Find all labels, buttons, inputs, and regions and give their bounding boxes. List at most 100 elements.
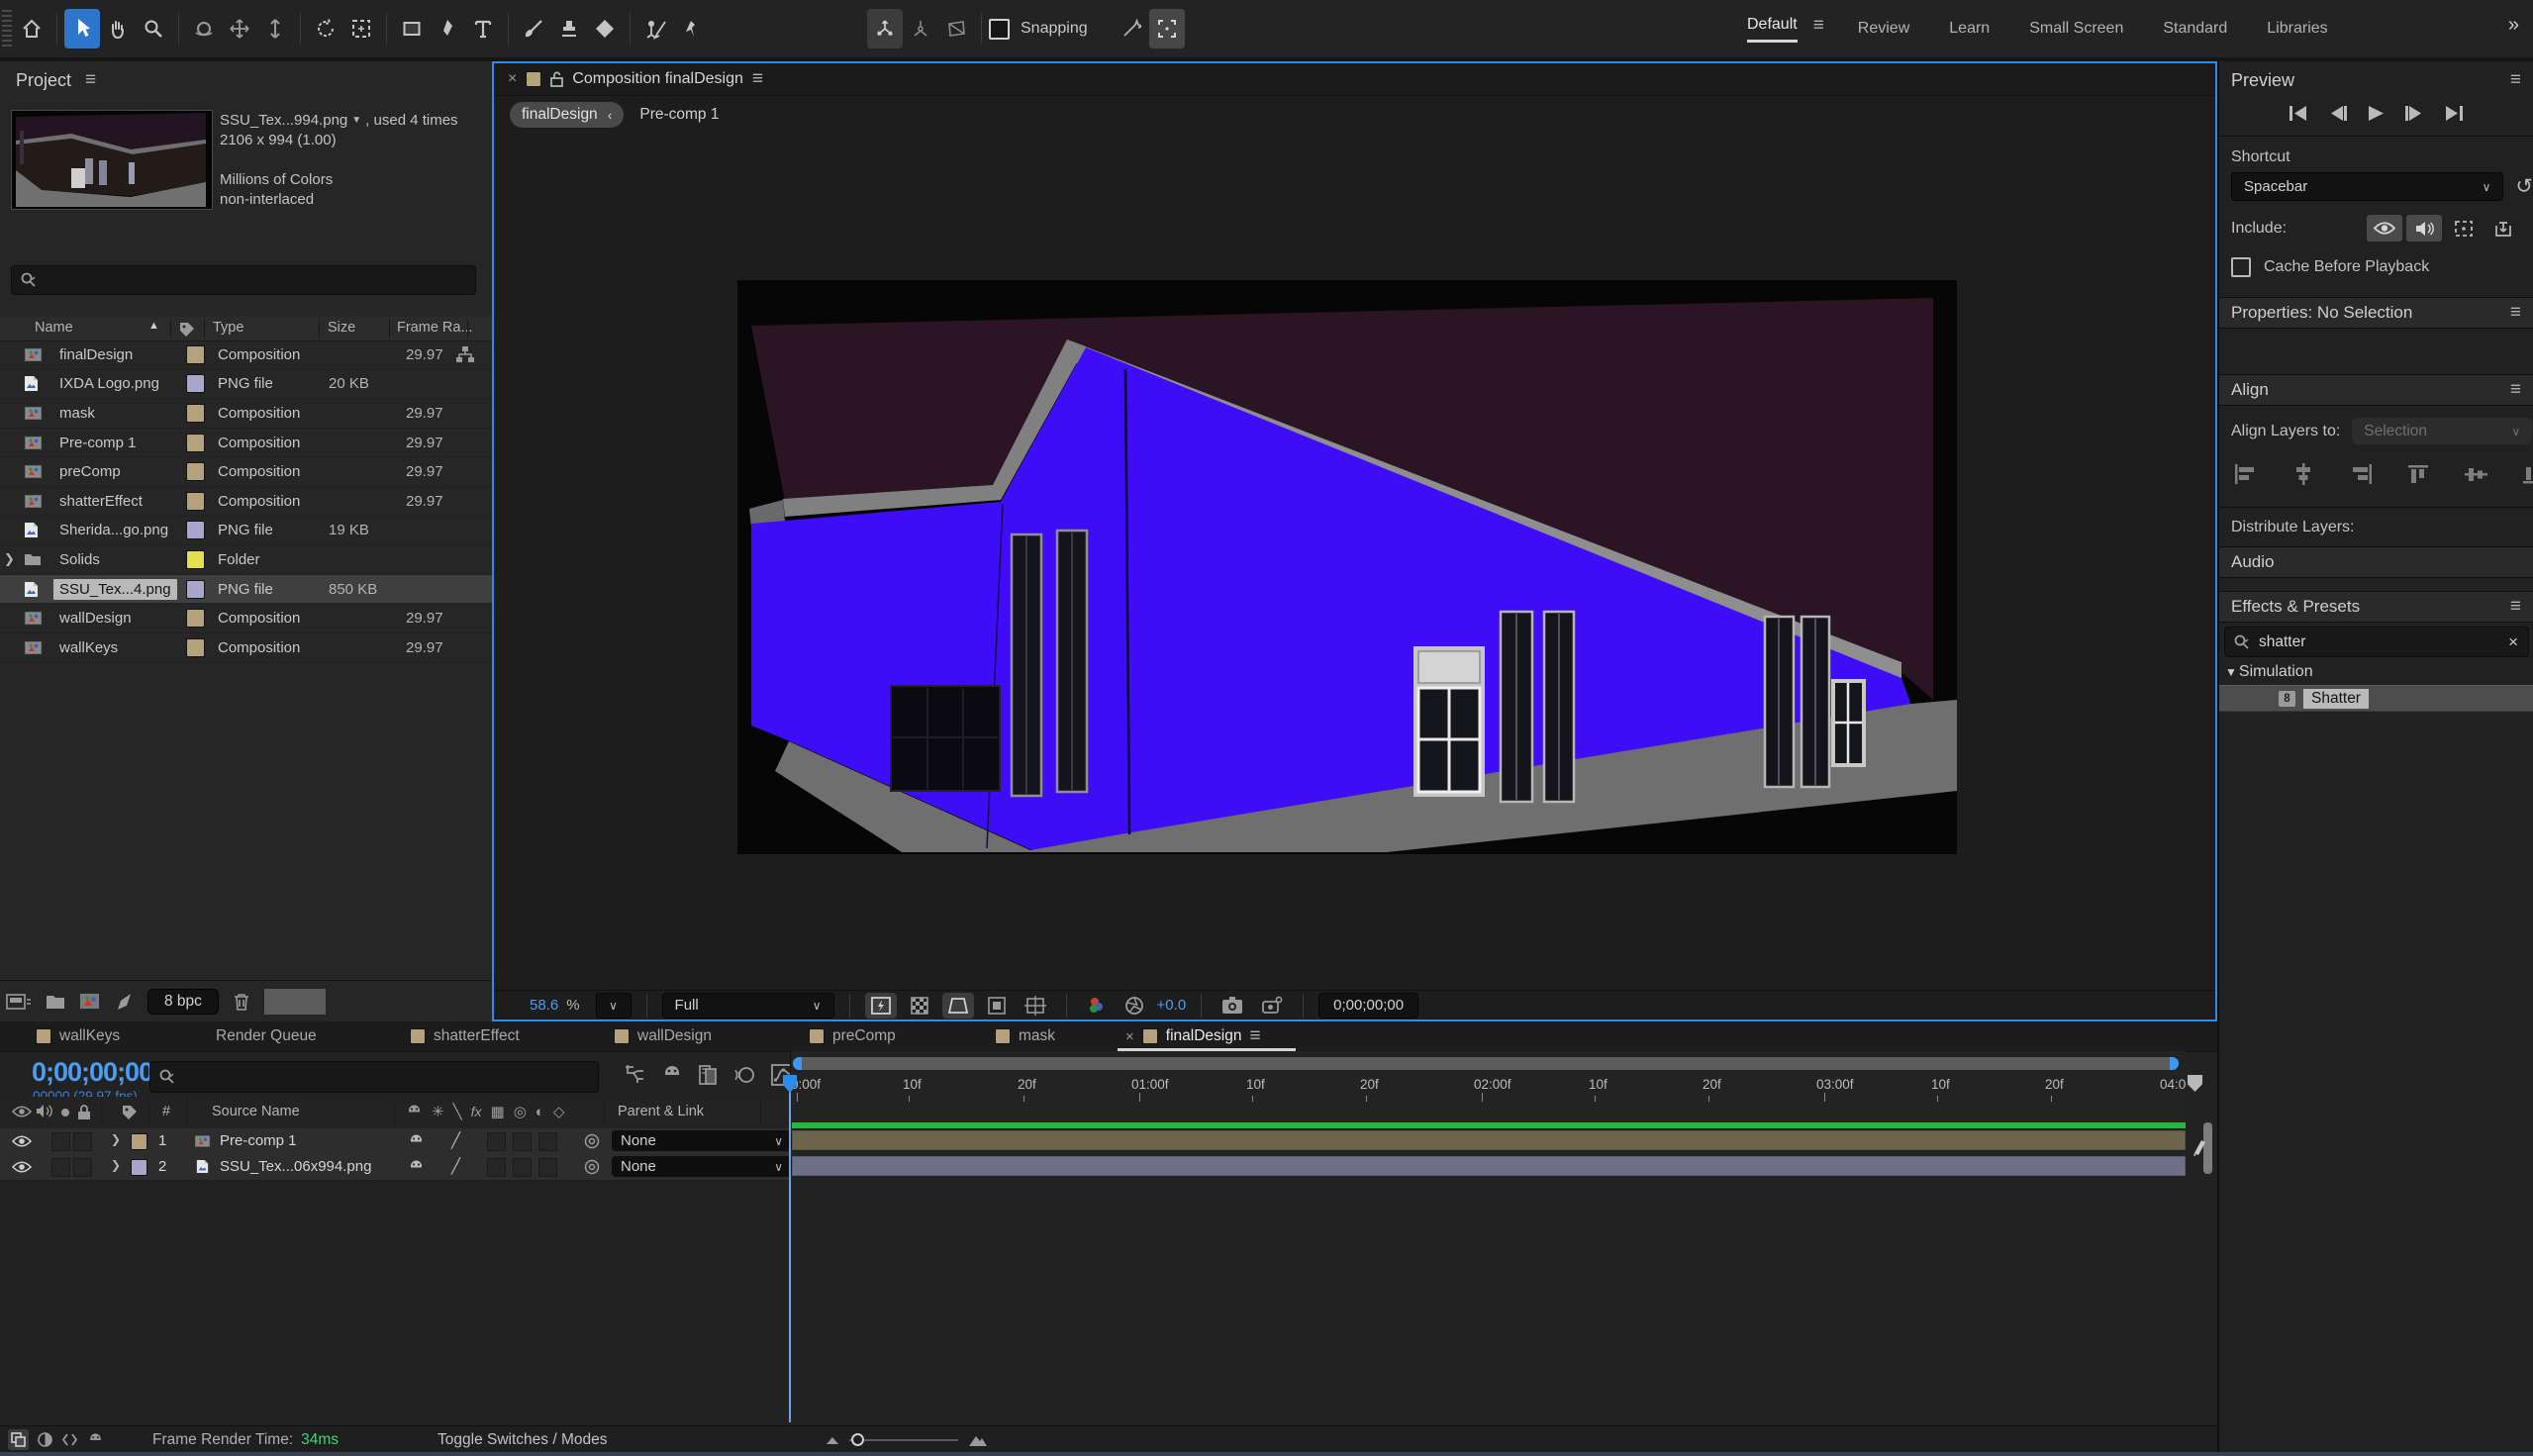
zoom-dropdown[interactable]: ∨ xyxy=(596,993,632,1019)
workspace-overflow-icon[interactable]: » xyxy=(2508,14,2519,37)
composition-panel-menu-icon[interactable]: ≡ xyxy=(752,68,763,90)
3d-layer-column-icon[interactable]: ◇ xyxy=(553,1103,565,1120)
timeline-tab-mask[interactable]: mask xyxy=(995,1021,1055,1051)
work-area-end-handle[interactable] xyxy=(2170,1057,2179,1070)
solo-column-icon[interactable] xyxy=(61,1109,69,1116)
project-search-input[interactable] xyxy=(38,272,475,289)
zoom-in-mountain-icon[interactable] xyxy=(968,1433,988,1447)
workspace-tab-learn[interactable]: Learn xyxy=(1949,20,1990,38)
zoom-slider-handle[interactable] xyxy=(851,1433,864,1446)
label-swatch[interactable] xyxy=(186,580,205,599)
composition-mini-flowchart-icon[interactable] xyxy=(624,1063,647,1087)
exposure-value[interactable]: +0.0 xyxy=(1157,997,1187,1014)
project-row-finalDesign[interactable]: finalDesign Composition 29.97 xyxy=(0,340,492,370)
effects-panel-header[interactable]: Effects & Presets ≡ xyxy=(2219,591,2533,623)
snapping-checkbox[interactable] xyxy=(989,19,1010,40)
workspace-tab-review[interactable]: Review xyxy=(1858,20,1909,38)
composition-tab-title[interactable]: Composition finalDesign xyxy=(572,70,743,88)
zoom-out-mountain-icon[interactable] xyxy=(826,1435,839,1445)
column-name[interactable]: Name xyxy=(35,320,73,336)
project-row-shatterEffect[interactable]: shatterEffect Composition 29.97 xyxy=(0,487,492,517)
local-axis-mode-icon[interactable] xyxy=(867,9,903,49)
marker-pen-icon[interactable] xyxy=(2192,1138,2207,1156)
layer-shy-icon[interactable] xyxy=(408,1132,425,1150)
region-of-interest-icon[interactable] xyxy=(982,993,1012,1019)
sort-ascending-icon[interactable]: ▲ xyxy=(148,320,159,332)
effect-item-shatter[interactable]: 8 Shatter xyxy=(2219,685,2533,712)
label-swatch[interactable] xyxy=(186,462,205,481)
rotation-tool-icon[interactable] xyxy=(308,9,343,49)
playhead-line[interactable] xyxy=(789,1075,791,1422)
layer-row-2[interactable]: ❯ 2 SSU_Tex...06x994.png ╱ None∨ xyxy=(0,1154,790,1181)
work-area-start-handle[interactable] xyxy=(793,1057,802,1070)
project-row-ssu-texture[interactable]: SSU_Tex...4.png PNG file 850 KB xyxy=(0,575,492,605)
workspace-tab-standard[interactable]: Standard xyxy=(2163,20,2227,38)
previous-frame-icon[interactable] xyxy=(2327,105,2349,122)
timeline-panel-menu-icon[interactable]: ≡ xyxy=(1249,1025,1260,1047)
align-bottom-icon[interactable] xyxy=(2521,463,2533,485)
grid-guides-icon[interactable] xyxy=(1020,993,1051,1019)
view-axis-mode-icon[interactable] xyxy=(938,9,974,49)
timeline-tab-wallKeys[interactable]: wallKeys xyxy=(36,1021,120,1051)
label-column-icon[interactable] xyxy=(178,321,196,337)
adjustment-layer-column-icon[interactable]: ◐ xyxy=(536,1104,544,1120)
zoom-tool-icon[interactable] xyxy=(136,9,171,49)
workspace-tab-small-screen[interactable]: Small Screen xyxy=(2029,20,2123,38)
parent-dropdown[interactable]: None∨ xyxy=(612,1130,792,1151)
align-panel-header[interactable]: Align ≡ xyxy=(2219,374,2533,406)
label-swatch[interactable] xyxy=(186,404,205,423)
align-to-dropdown[interactable]: Selection∨ xyxy=(2352,418,2532,444)
next-frame-icon[interactable] xyxy=(2403,105,2425,122)
shy-column-icon[interactable] xyxy=(406,1103,423,1120)
project-row-mask[interactable]: mask Composition 29.97 xyxy=(0,399,492,429)
new-composition-icon[interactable] xyxy=(79,993,100,1010)
project-panel-menu-icon[interactable]: ≡ xyxy=(85,69,96,91)
cache-export-icon[interactable] xyxy=(2485,215,2521,242)
close-tab-icon[interactable]: × xyxy=(1125,1028,1134,1045)
align-panel-menu-icon[interactable]: ≡ xyxy=(2510,379,2521,401)
bit-depth-button[interactable]: 8 bpc xyxy=(147,989,219,1015)
layer-quality-icon[interactable]: ╱ xyxy=(451,1157,460,1175)
layer-quality-icon[interactable]: ╱ xyxy=(451,1131,460,1149)
puppet-pin-tool-icon[interactable] xyxy=(673,9,709,49)
parent-link-column[interactable]: Parent & Link xyxy=(618,1104,704,1119)
snap-options-icon[interactable] xyxy=(1114,9,1149,49)
mask-visibility-icon[interactable] xyxy=(942,993,974,1019)
new-folder-icon[interactable] xyxy=(46,994,65,1010)
label-swatch[interactable] xyxy=(186,638,205,657)
label-swatch[interactable] xyxy=(186,521,205,539)
layer-number-column[interactable]: # xyxy=(162,1104,170,1119)
align-left-icon[interactable] xyxy=(2233,463,2259,485)
work-area-bar[interactable] xyxy=(793,1057,2179,1070)
project-panel-title[interactable]: Project xyxy=(16,70,71,91)
timeline-tab-preComp[interactable]: preComp xyxy=(809,1021,896,1051)
pan-camera-tool-icon[interactable] xyxy=(222,9,257,49)
preview-panel-title[interactable]: Preview xyxy=(2231,70,2294,91)
cache-before-playback[interactable]: Cache Before Playback xyxy=(2231,257,2533,277)
home-tool-icon[interactable] xyxy=(14,9,49,49)
take-snapshot-icon[interactable] xyxy=(1217,993,1248,1019)
layer-shy-icon[interactable] xyxy=(408,1158,425,1176)
resolution-dropdown[interactable]: Full∨ xyxy=(662,993,834,1019)
audio-panel-header[interactable]: Audio xyxy=(2219,546,2533,578)
workspace-tab-libraries[interactable]: Libraries xyxy=(2267,20,2327,38)
cache-checkbox[interactable] xyxy=(2231,257,2251,277)
project-search[interactable] xyxy=(11,265,476,295)
workspace-menu-icon[interactable]: ≡ xyxy=(1813,15,1824,37)
layer-row-1[interactable]: ❯ 1 Pre-comp 1 ╱ None∨ xyxy=(0,1128,790,1155)
timeline-ruler-area[interactable]: 0:00f 10f 20f 01:00f 10f 20f 02:00f 10f … xyxy=(790,1051,2187,1128)
dolly-camera-tool-icon[interactable] xyxy=(257,9,293,49)
time-ruler[interactable]: 0:00f 10f 20f 01:00f 10f 20f 02:00f 10f … xyxy=(791,1075,2187,1103)
column-type[interactable]: Type xyxy=(213,320,244,336)
transparency-grid-icon[interactable] xyxy=(905,993,934,1019)
quality-column-icon[interactable]: ╲ xyxy=(453,1103,462,1120)
hand-tool-icon[interactable] xyxy=(100,9,136,49)
timeline-tab-wallDesign[interactable]: wallDesign xyxy=(614,1021,712,1051)
expand-collapse-icon[interactable] xyxy=(61,1431,78,1448)
pickwhip-icon[interactable] xyxy=(584,1133,600,1149)
reset-shortcut-icon[interactable]: ↺ xyxy=(2515,174,2533,199)
layer-visibility-eye-icon[interactable] xyxy=(12,1160,32,1174)
label-swatch[interactable] xyxy=(186,374,205,393)
brush-tool-icon[interactable] xyxy=(516,9,551,49)
last-frame-icon[interactable] xyxy=(2443,105,2465,122)
